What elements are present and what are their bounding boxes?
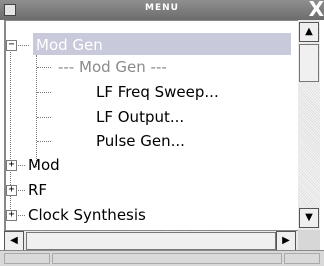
tree-line bbox=[37, 141, 51, 142]
scroll-down-icon[interactable]: ▼ bbox=[299, 208, 319, 228]
close-icon[interactable]: X bbox=[309, 0, 324, 20]
status-bar bbox=[0, 250, 324, 266]
scrollbar-corner bbox=[298, 230, 320, 250]
scroll-left-icon[interactable]: ◀ bbox=[4, 231, 24, 251]
tree-line bbox=[37, 117, 51, 118]
horizontal-scroll-thumb[interactable] bbox=[26, 232, 276, 250]
horizontal-scrollbar[interactable]: ◀ ▶ bbox=[4, 230, 298, 251]
expand-icon[interactable]: + bbox=[6, 210, 17, 221]
scroll-up-icon[interactable]: ▲ bbox=[299, 22, 319, 42]
scroll-right-icon[interactable]: ▶ bbox=[276, 231, 296, 251]
tree-item-pulse-gen[interactable]: Pulse Gen... bbox=[96, 131, 185, 151]
window-title: MENU bbox=[145, 3, 179, 13]
expand-icon[interactable]: + bbox=[6, 185, 17, 196]
tree-item-mod-gen[interactable]: Mod Gen bbox=[36, 35, 103, 55]
status-segment bbox=[4, 253, 50, 264]
tree-item-rf[interactable]: RF bbox=[28, 180, 47, 200]
tree-item-clock-synthesis[interactable]: Clock Synthesis bbox=[28, 205, 146, 225]
tree-line bbox=[37, 92, 51, 93]
vertical-scroll-thumb[interactable] bbox=[299, 44, 319, 82]
status-segment bbox=[284, 253, 320, 264]
tree-line bbox=[37, 67, 51, 68]
expand-icon[interactable]: + bbox=[6, 160, 17, 171]
tree-item-mod-gen-header: --- Mod Gen --- bbox=[58, 58, 167, 76]
tree-item-lf-output[interactable]: LF Output... bbox=[96, 107, 184, 127]
tree-line bbox=[15, 45, 29, 46]
status-segment bbox=[52, 253, 282, 264]
vertical-scrollbar[interactable]: ▲ ▼ bbox=[298, 20, 320, 230]
collapse-icon[interactable]: − bbox=[6, 40, 17, 51]
tree-item-mod[interactable]: Mod bbox=[28, 155, 60, 175]
title-bar: MENU X bbox=[0, 0, 324, 20]
tree-line bbox=[36, 55, 37, 167]
tree-item-lf-freq-sweep[interactable]: LF Freq Sweep... bbox=[96, 82, 219, 102]
menu-tree: − + + + Mod Gen --- Mod Gen --- LF Freq … bbox=[4, 20, 300, 231]
